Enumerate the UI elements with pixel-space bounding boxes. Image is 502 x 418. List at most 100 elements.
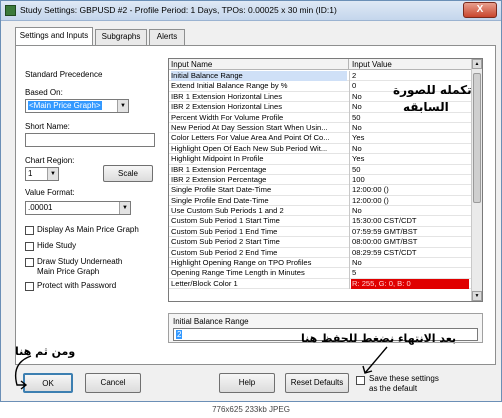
input-value-cell[interactable]: 12:00:00 () <box>351 196 469 206</box>
save-as-default-label: Save these settings <box>369 374 439 383</box>
input-value-cell[interactable]: 08:00:00 GMT/BST <box>351 237 469 247</box>
input-value-cell[interactable]: 50 <box>351 113 469 123</box>
image-info-bar: 776x625 233kb JPEG <box>0 402 502 418</box>
based-on-label: Based On: <box>25 88 63 97</box>
input-value-cell[interactable]: Yes <box>351 154 469 164</box>
tab-settings-and-inputs[interactable]: Settings and Inputs <box>15 27 93 45</box>
short-name-input[interactable] <box>25 133 155 147</box>
table-row[interactable]: Percent Width For Volume Profile 50 <box>169 112 471 123</box>
table-row[interactable]: Custom Sub Period 1 End Time 07:59:59 GMT… <box>169 226 471 238</box>
input-name-cell: New Period At Day Session Start When Usi… <box>171 122 328 132</box>
annotation-continuation: تكمله للصورة <box>393 83 472 97</box>
input-value-cell[interactable]: R: 255, G: 0, B: 0 <box>351 278 469 289</box>
input-name-cell: Single Profile Start Date-Time <box>171 185 272 195</box>
table-row[interactable]: Custom Sub Period 2 Start Time 08:00:00 G… <box>169 237 471 248</box>
app-icon <box>5 5 16 16</box>
tab-subgraphs[interactable]: Subgraphs <box>95 29 147 45</box>
grid-scrollbar[interactable]: ▲ ▼ <box>471 59 482 301</box>
input-value-cell[interactable]: Yes <box>351 133 469 143</box>
input-name-cell: Custom Sub Period 1 End Time <box>171 226 278 236</box>
input-value-cell[interactable]: 08:29:59 CST/CDT <box>351 248 469 258</box>
cancel-button[interactable]: Cancel <box>85 373 141 393</box>
input-name-cell: Initial Balance Range <box>171 71 347 81</box>
input-value-cell[interactable]: 50 <box>351 165 469 175</box>
scroll-down-icon[interactable]: ▼ <box>472 291 482 301</box>
input-name-cell: Color Letters For Value Area And Point O… <box>171 133 330 143</box>
save-as-default-checkbox[interactable] <box>356 376 365 385</box>
reset-defaults-button[interactable]: Reset Defaults <box>285 373 349 393</box>
input-value-cell[interactable]: 100 <box>351 175 469 185</box>
input-value-cell[interactable]: 2 <box>351 71 469 81</box>
input-name-cell: Highlight Opening Range on TPO Profiles <box>171 258 312 268</box>
study-settings-dialog: Study Settings: GBPUSD #2 - Profile Peri… <box>0 0 502 402</box>
input-value-cell[interactable]: No <box>351 123 469 133</box>
input-value-cell[interactable]: No <box>351 206 469 216</box>
table-row[interactable]: Highlight Midpoint In Profile Yes <box>169 154 471 165</box>
table-row[interactable]: Highlight Open Of Each New Sub Period Wi… <box>169 143 471 155</box>
table-row[interactable]: Single Profile Start Date-Time 12:00:00 (… <box>169 185 471 196</box>
table-row[interactable]: Letter/Block Color 1 R: 255, G: 0, B: 0 <box>169 278 471 290</box>
annotation-ok-hint: ومن ثم هنا <box>15 345 76 358</box>
value-format-value: .00001 <box>28 203 53 212</box>
hide-study-checkbox[interactable] <box>25 242 34 251</box>
table-row[interactable]: IBR 2 Extension Percentage 100 <box>169 174 471 186</box>
table-row[interactable]: New Period At Day Session Start When Usi… <box>169 122 471 134</box>
scale-button[interactable]: Scale <box>103 165 153 182</box>
input-name-cell: Single Profile End Date-Time <box>171 195 269 205</box>
chevron-down-icon: ▼ <box>47 168 58 180</box>
protect-with-password-checkbox[interactable] <box>25 282 34 291</box>
input-value-cell[interactable]: 5 <box>351 268 469 278</box>
help-button[interactable]: Help <box>219 373 275 393</box>
save-as-default-label-2: as the default <box>369 384 418 393</box>
input-value-header: Input Value <box>352 60 392 69</box>
input-value-cell[interactable]: No <box>351 144 469 154</box>
tab-alerts[interactable]: Alerts <box>149 29 185 45</box>
display-as-main-price-graph-checkbox[interactable] <box>25 226 34 235</box>
table-row[interactable]: Initial Balance Range 2 <box>169 71 471 82</box>
table-row[interactable]: Color Letters For Value Area And Point O… <box>169 133 471 144</box>
scroll-up-icon[interactable]: ▲ <box>472 59 482 69</box>
protect-with-password-label: Protect with Password <box>37 281 117 290</box>
table-row[interactable]: Custom Sub Period 2 End Time 08:29:59 CST… <box>169 247 471 259</box>
annotation-save-hint: بعد الانتهاء نضغط للحفظ هنا <box>301 332 457 345</box>
window-title: Study Settings: GBPUSD #2 - Profile Peri… <box>20 5 337 15</box>
chart-region-value: 1 <box>28 169 33 178</box>
short-name-label: Short Name: <box>25 122 70 131</box>
input-name-cell: IBR 1 Extension Percentage <box>171 164 267 174</box>
input-name-cell: IBR 2 Extension Horizontal Lines <box>171 102 283 112</box>
based-on-value: <Main Price Graph> <box>28 101 102 110</box>
input-name-cell: IBR 2 Extension Percentage <box>171 174 267 184</box>
input-name-cell: Custom Sub Period 2 Start Time <box>171 237 280 247</box>
input-name-cell: Use Custom Sub Periods 1 and 2 <box>171 206 284 216</box>
table-row[interactable]: Custom Sub Period 1 Start Time 15:30:00 C… <box>169 216 471 227</box>
draw-study-underneath-checkbox[interactable] <box>25 258 34 267</box>
draw-study-underneath-label: Draw Study Underneath <box>37 257 123 266</box>
based-on-select[interactable]: <Main Price Graph> ▼ <box>25 99 129 113</box>
input-value-cell[interactable]: No <box>351 258 469 268</box>
input-name-header: Input Name <box>169 59 349 70</box>
table-row[interactable]: Opening Range Time Length in Minutes 5 <box>169 268 471 279</box>
input-name-cell: Highlight Open Of Each New Sub Period Wi… <box>171 143 328 153</box>
table-row[interactable]: Single Profile End Date-Time 12:00:00 () <box>169 195 471 207</box>
draw-study-underneath-label-2: Main Price Graph <box>37 267 100 276</box>
chart-region-label: Chart Region: <box>25 156 75 165</box>
input-value-cell[interactable]: 07:59:59 GMT/BST <box>351 227 469 237</box>
annotation-previous: السابقه <box>403 100 449 114</box>
table-row[interactable]: Use Custom Sub Periods 1 and 2 No <box>169 206 471 217</box>
value-format-select[interactable]: .00001 ▼ <box>25 201 131 215</box>
table-row[interactable]: Highlight Opening Range on TPO Profiles N… <box>169 258 471 269</box>
title-bar: Study Settings: GBPUSD #2 - Profile Peri… <box>1 1 501 21</box>
input-value-cell[interactable]: 12:00:00 () <box>351 185 469 195</box>
scroll-thumb[interactable] <box>473 73 481 203</box>
standard-precedence-label: Standard Precedence <box>25 70 103 79</box>
display-as-main-price-graph-label: Display As Main Price Graph <box>37 225 139 234</box>
chevron-down-icon: ▼ <box>117 100 128 112</box>
close-button[interactable]: X <box>463 2 497 18</box>
input-value-cell[interactable]: 15:30:00 CST/CDT <box>351 216 469 226</box>
input-name-cell: Opening Range Time Length in Minutes <box>171 268 305 278</box>
ok-button[interactable]: OK <box>23 373 73 393</box>
description-label: Initial Balance Range <box>173 317 249 326</box>
table-row[interactable]: IBR 1 Extension Percentage 50 <box>169 164 471 175</box>
chart-region-select[interactable]: 1 ▼ <box>25 167 59 181</box>
description-value: 2 <box>176 330 183 339</box>
